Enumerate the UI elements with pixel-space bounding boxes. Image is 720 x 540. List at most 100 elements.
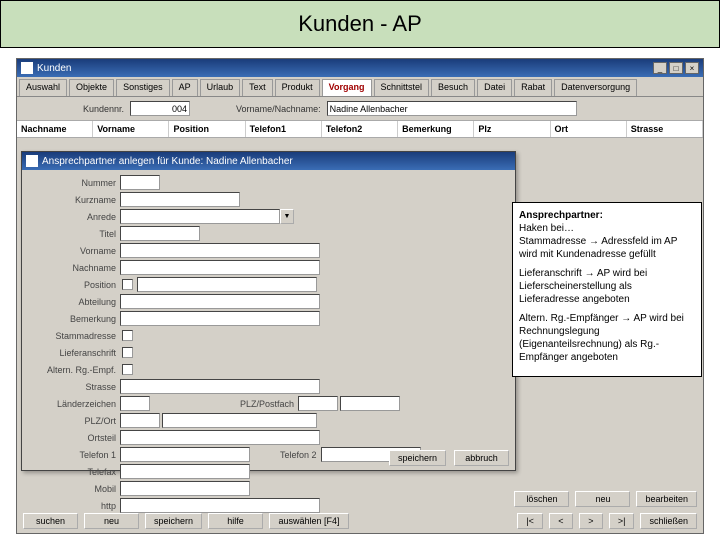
nav-first-button[interactable]: |<: [517, 513, 543, 529]
tab-auswahl[interactable]: Auswahl: [19, 79, 67, 96]
help-button[interactable]: hilfe: [208, 513, 263, 529]
dialog-save-button[interactable]: speichern: [389, 450, 446, 466]
window-toolbar: suchen neu speichern hilfe auswählen [F4…: [23, 513, 697, 529]
nav-next-button[interactable]: >: [579, 513, 603, 529]
col-telefon1[interactable]: Telefon1: [246, 121, 322, 137]
input-vorname[interactable]: [120, 243, 320, 258]
main-titlebar: Kunden _ □ ×: [17, 59, 703, 77]
customer-row: Kundennr. Vorname/Nachname:: [17, 97, 703, 120]
slide-header: Kunden - AP: [0, 0, 720, 48]
input-strasse[interactable]: [120, 379, 320, 394]
dialog-cancel-button[interactable]: abbruch: [454, 450, 509, 466]
lbl-nachname: Nachname: [28, 263, 120, 273]
lbl-kurzname: Kurzname: [28, 195, 120, 205]
anrede-dropdown-icon[interactable]: ▼: [280, 209, 294, 224]
tab-besuch[interactable]: Besuch: [431, 79, 475, 96]
input-nummer[interactable]: [120, 175, 160, 190]
lbl-lieferanschrift: Lieferanschrift: [28, 348, 120, 358]
tab-vorgang[interactable]: Vorgang: [322, 79, 372, 96]
lbl-titel: Titel: [28, 229, 120, 239]
tab-rabat[interactable]: Rabat: [514, 79, 552, 96]
tab-ap[interactable]: AP: [172, 79, 198, 96]
select-button[interactable]: auswählen [F4]: [269, 513, 349, 529]
vorname-nachname-input[interactable]: [327, 101, 577, 116]
maximize-button[interactable]: □: [669, 62, 683, 74]
tab-datei[interactable]: Datei: [477, 79, 512, 96]
input-bemerkung[interactable]: [120, 311, 320, 326]
col-vorname[interactable]: Vorname: [93, 121, 169, 137]
col-plz[interactable]: Plz: [474, 121, 550, 137]
window-title: Kunden: [37, 63, 71, 74]
col-position[interactable]: Position: [169, 121, 245, 137]
tab-bar: Auswahl Objekte Sonstiges AP Urlaub Text…: [17, 77, 703, 97]
lbl-telefax: Telefax: [28, 467, 120, 477]
lbl-plz-postfach: PLZ/Postfach: [240, 399, 298, 409]
col-nachname[interactable]: Nachname: [17, 121, 93, 137]
input-plz[interactable]: [120, 413, 160, 428]
col-telefon2[interactable]: Telefon2: [322, 121, 398, 137]
tab-datenversorgung[interactable]: Datenversorgung: [554, 79, 637, 96]
callout-l1: Haken bei…: [519, 223, 574, 234]
input-telefax[interactable]: [120, 464, 250, 479]
chk-stammadresse[interactable]: [122, 330, 133, 341]
lbl-altern-rg: Altern. Rg.-Empf.: [28, 365, 120, 375]
close-window-button[interactable]: schließen: [640, 513, 697, 529]
new-button[interactable]: neu: [84, 513, 139, 529]
input-telefon1[interactable]: [120, 447, 250, 462]
lbl-laenderzeichen: Länderzeichen: [28, 399, 120, 409]
chk-lieferanschrift[interactable]: [122, 347, 133, 358]
nav-prev-button[interactable]: <: [549, 513, 573, 529]
lbl-telefon2: Telefon 2: [280, 450, 321, 460]
ap-dialog: Ansprechpartner anlegen für Kunde: Nadin…: [21, 151, 516, 471]
tab-produkt[interactable]: Produkt: [275, 79, 320, 96]
chk-altern-rg[interactable]: [122, 364, 133, 375]
kundennr-input[interactable]: [130, 101, 190, 116]
tab-text[interactable]: Text: [242, 79, 273, 96]
nav-last-button[interactable]: >|: [609, 513, 635, 529]
col-bemerkung[interactable]: Bemerkung: [398, 121, 474, 137]
input-ort[interactable]: [162, 413, 317, 428]
list-new-button[interactable]: neu: [575, 491, 630, 507]
col-ort[interactable]: Ort: [551, 121, 627, 137]
input-abteilung[interactable]: [120, 294, 320, 309]
lbl-abteilung: Abteilung: [28, 297, 120, 307]
save-button[interactable]: speichern: [145, 513, 202, 529]
callout-l2: Stammadresse → Adressfeld im AP wird mit…: [519, 236, 677, 260]
lbl-anrede: Anrede: [28, 212, 120, 222]
callout-l3: Lieferanschrift → AP wird bei Liefersche…: [519, 267, 695, 306]
search-button[interactable]: suchen: [23, 513, 78, 529]
tab-schnittstelle[interactable]: Schnittstel: [374, 79, 430, 96]
input-position[interactable]: [137, 277, 317, 292]
tab-sonstiges[interactable]: Sonstiges: [116, 79, 170, 96]
lbl-position: Position: [28, 280, 120, 290]
input-ortsteil[interactable]: [120, 430, 320, 445]
input-titel[interactable]: [120, 226, 200, 241]
col-strasse[interactable]: Strasse: [627, 121, 703, 137]
input-anrede[interactable]: [120, 209, 280, 224]
kundennr-label: Kundennr.: [83, 104, 124, 114]
input-laenderzeichen[interactable]: [120, 396, 150, 411]
callout-l4: Altern. Rg.-Empfänger → AP wird bei Rech…: [519, 312, 695, 364]
minimize-button[interactable]: _: [653, 62, 667, 74]
lbl-strasse: Strasse: [28, 382, 120, 392]
dialog-title: Ansprechpartner anlegen für Kunde: Nadin…: [42, 156, 293, 167]
lbl-nummer: Nummer: [28, 178, 120, 188]
input-kurzname[interactable]: [120, 192, 240, 207]
chk-position[interactable]: [122, 279, 133, 290]
lbl-telefon1: Telefon 1: [28, 450, 120, 460]
input-plz-postfach[interactable]: [298, 396, 338, 411]
input-postfach[interactable]: [340, 396, 400, 411]
list-toolbar: löschen neu bearbeiten: [23, 491, 697, 507]
lbl-stammadresse: Stammadresse: [28, 331, 120, 341]
lbl-plz-ort: PLZ/Ort: [28, 416, 120, 426]
input-nachname[interactable]: [120, 260, 320, 275]
lbl-bemerkung: Bemerkung: [28, 314, 120, 324]
close-button[interactable]: ×: [685, 62, 699, 74]
list-delete-button[interactable]: löschen: [514, 491, 569, 507]
tab-objekte[interactable]: Objekte: [69, 79, 114, 96]
tab-urlaub[interactable]: Urlaub: [200, 79, 241, 96]
list-edit-button[interactable]: bearbeiten: [636, 491, 697, 507]
vorname-nachname-label: Vorname/Nachname:: [236, 104, 321, 114]
dialog-icon: [26, 155, 38, 167]
lbl-ortsteil: Ortsteil: [28, 433, 120, 443]
